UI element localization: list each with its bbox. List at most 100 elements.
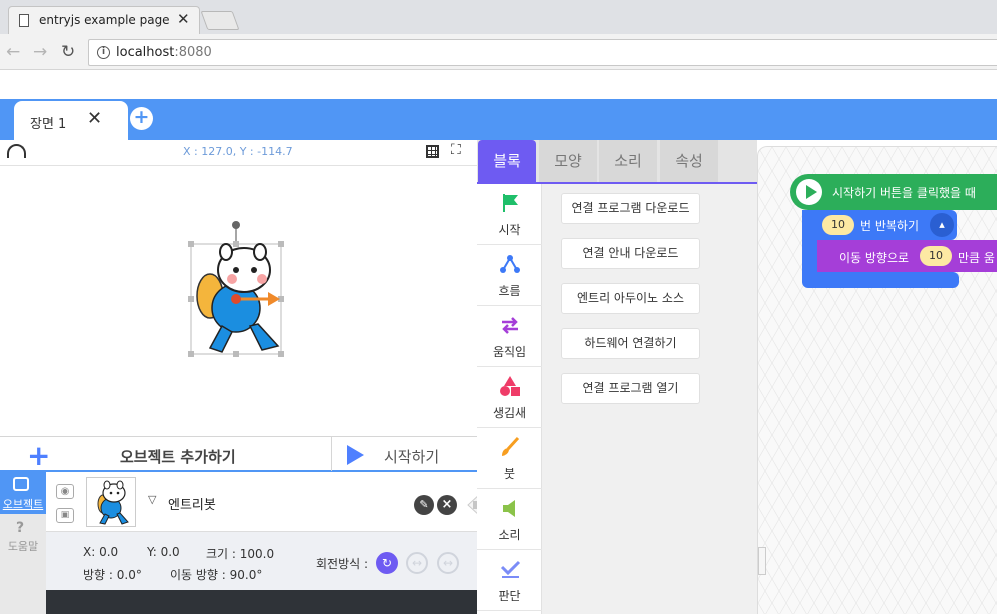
browser-tabstrip: entryjs example page ✕	[0, 0, 997, 34]
tab-object-label: 오브젝트	[2, 498, 44, 511]
flag-icon	[503, 194, 518, 212]
object-move-direction: 이동 방향 : 90.0°	[170, 568, 263, 582]
rotate-none-icon[interactable]: ↔	[437, 552, 459, 574]
close-icon[interactable]: ✕	[87, 108, 102, 129]
block-category-bar: 시작 흐름 움직임 생김새 붓 소리 판단	[477, 184, 542, 614]
speaker-icon	[503, 500, 515, 517]
object-name[interactable]: 엔트리봇	[168, 494, 216, 513]
move-block-label-suffix: 만큼 움	[958, 251, 995, 265]
help-icon[interactable]: ?	[16, 520, 24, 536]
fullscreen-icon[interactable]: ⛶	[451, 142, 461, 158]
stage-header: X : 127.0, Y : -114.7 ⛶	[0, 140, 477, 166]
eye-icon[interactable]: ◉	[56, 484, 74, 499]
reload-icon[interactable]: ↻	[61, 42, 75, 62]
lock-icon[interactable]: ▣	[56, 508, 74, 523]
start-block[interactable]: 시작하기 버튼을 클릭했을 때	[790, 174, 997, 210]
chevron-down-icon[interactable]: ▽	[148, 493, 156, 506]
browser-tab[interactable]: entryjs example page ✕	[8, 6, 200, 34]
move-block[interactable]: 이동 방향으로 10 만큼 움	[817, 240, 997, 272]
object-thumbnail	[86, 477, 136, 527]
info-icon[interactable]: i	[97, 46, 110, 59]
move-block-label: 이동 방향으로	[839, 251, 910, 265]
scene-tab[interactable]: 장면 1 ✕	[14, 101, 128, 140]
document-icon	[19, 14, 29, 27]
move-count-input[interactable]: 10	[920, 246, 952, 266]
divider	[331, 437, 332, 471]
script-workspace[interactable]: 10 번 반복하기 ▴ 이동 방향으로 10 만큼 움 시작하기 버튼을 클릭했…	[757, 146, 997, 614]
block-menu-tabs: 블록 모양 소리 속성	[477, 140, 757, 184]
add-object-button[interactable]: 오브젝트 추가하기	[120, 446, 236, 467]
url-host: localhost	[116, 45, 175, 60]
object-size: 크기 : 100.0	[206, 547, 275, 561]
tab-sounds[interactable]: 소리	[599, 140, 657, 182]
new-tab-button[interactable]	[200, 11, 240, 30]
url-text: localhost:8080	[116, 45, 212, 60]
open-connector-button[interactable]: 연결 프로그램 열기	[561, 373, 700, 404]
category-start[interactable]: 시작	[477, 184, 542, 245]
repeat-block-bottom	[802, 272, 959, 288]
category-brush[interactable]: 붓	[477, 428, 542, 489]
arduino-source-button[interactable]: 엔트리 아두이노 소스	[561, 283, 700, 314]
category-looks[interactable]: 생김새	[477, 367, 542, 428]
back-arrow-icon[interactable]: ←	[6, 42, 20, 62]
speed-gauge-icon[interactable]	[7, 144, 26, 158]
tab-object[interactable]: 오브젝트	[0, 472, 46, 514]
page-top-gap	[0, 70, 997, 99]
forward-arrow-icon[interactable]: →	[33, 42, 47, 62]
entrybot-sprite[interactable]	[188, 221, 284, 357]
flow-icon: ▴	[930, 213, 954, 237]
object-x: X: 0.0	[83, 545, 119, 559]
add-object-icon[interactable]: +	[27, 439, 50, 472]
repeat-block[interactable]: 10 번 반복하기 ▴	[802, 210, 957, 240]
download-guide-button[interactable]: 연결 안내 다운로드	[561, 238, 700, 269]
category-flow[interactable]: 흐름	[477, 245, 542, 306]
category-label: 판단	[498, 589, 521, 603]
resize-handle[interactable]	[758, 547, 766, 575]
object-card[interactable]: ◉ ▣ ▽ 엔트리봇 ✎ ×	[46, 472, 480, 532]
brush-icon	[502, 436, 520, 456]
scene-tab-label: 장면 1	[30, 117, 67, 132]
shapes-icon	[500, 376, 520, 396]
category-judge[interactable]: 판단	[477, 550, 542, 611]
category-label: 시작	[498, 223, 521, 237]
start-block-label: 시작하기 버튼을 클릭했을 때	[832, 186, 976, 200]
close-icon[interactable]: ✕	[177, 10, 190, 28]
stage-canvas[interactable]	[0, 166, 477, 436]
coordinate-readout: X : 127.0, Y : -114.7	[183, 145, 293, 158]
address-bar[interactable]: i localhost:8080	[88, 39, 997, 66]
entrybot-thumbnail-icon	[97, 480, 129, 525]
block-list: 연결 프로그램 다운로드 연결 안내 다운로드 엔트리 아두이노 소스 하드웨어…	[542, 184, 757, 614]
repeat-count-input[interactable]: 10	[822, 215, 854, 235]
panel-footer	[46, 590, 477, 614]
play-icon[interactable]	[347, 445, 364, 465]
object-panel: ◉ ▣ ▽ 엔트리봇 ✎ × X: 0.0 Y: 0.0 크기 : 100.0 …	[46, 472, 480, 614]
category-label: 흐름	[498, 284, 521, 298]
tab-shapes[interactable]: 모양	[539, 140, 597, 182]
object-toolbar: + 오브젝트 추가하기 시작하기	[0, 436, 477, 472]
category-label: 붓	[503, 467, 516, 481]
start-button[interactable]: 시작하기	[384, 446, 439, 467]
connect-hardware-button[interactable]: 하드웨어 연결하기	[561, 328, 700, 359]
category-label: 소리	[498, 528, 521, 542]
grid-icon[interactable]	[426, 145, 439, 158]
flow-icon	[500, 255, 520, 273]
side-tabs: 오브젝트 ? 도움말	[0, 472, 46, 614]
category-label: 움직임	[492, 345, 527, 359]
tab-attributes[interactable]: 속성	[660, 140, 718, 182]
repeat-block-label: 번 반복하기	[860, 219, 920, 233]
tab-blocks[interactable]: 블록	[478, 140, 536, 182]
delete-icon[interactable]: ×	[437, 495, 457, 515]
scene-bar: 장면 1 ✕ +	[0, 99, 997, 140]
play-icon	[796, 179, 822, 205]
browser-toolbar: ← → ↻ i localhost:8080	[0, 34, 997, 70]
rotate-horizontal-icon[interactable]: ↔	[406, 552, 428, 574]
tab-help[interactable]: 도움말	[0, 538, 46, 554]
edit-icon[interactable]: ✎	[414, 495, 434, 515]
rotate-free-icon[interactable]: ↻	[376, 552, 398, 574]
category-move[interactable]: 움직임	[477, 306, 542, 367]
rotation-label: 회전방식 :	[316, 557, 369, 571]
download-connector-button[interactable]: 연결 프로그램 다운로드	[561, 193, 700, 224]
add-scene-button[interactable]: +	[130, 107, 153, 130]
browser-tab-title: entryjs example page	[39, 13, 170, 27]
category-sound[interactable]: 소리	[477, 489, 542, 550]
